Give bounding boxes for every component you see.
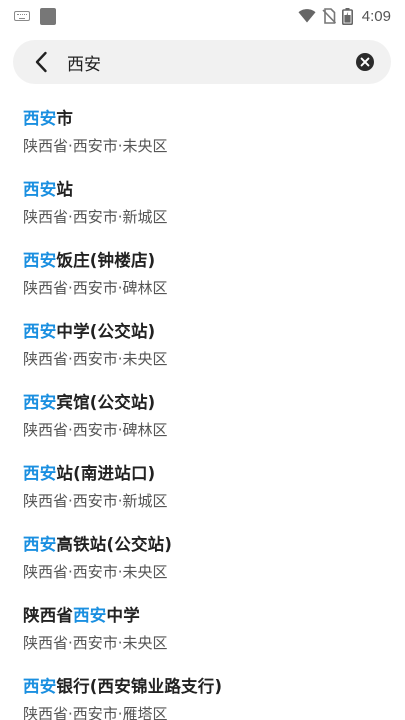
back-arrow-icon <box>35 51 47 73</box>
result-title: 西安宾馆(公交站) <box>23 391 155 415</box>
result-address: 陕西省·西安市·碑林区 <box>23 421 168 439</box>
title-suffix: 饭庄(钟楼店) <box>56 251 156 270</box>
search-input[interactable]: 西安 <box>67 50 345 75</box>
result-item[interactable]: 西安宾馆(公交站) 陕西省·西安市·碑林区 <box>0 386 405 457</box>
result-item[interactable]: 西安市 陕西省·西安市·未央区 <box>0 102 405 173</box>
title-highlight: 西安 <box>23 180 57 199</box>
status-bar: 4:09 <box>0 0 405 32</box>
result-item[interactable]: 西安站 陕西省·西安市·新城区 <box>0 173 405 244</box>
keyboard-icon <box>14 11 30 21</box>
wifi-icon <box>298 9 316 23</box>
result-item[interactable]: 西安站(南进站口) 陕西省·西安市·新城区 <box>0 457 405 528</box>
no-sim-icon <box>322 8 336 24</box>
status-time: 4:09 <box>361 7 391 25</box>
result-title: 西安银行(西安锦业路支行) <box>23 675 222 699</box>
result-address: 陕西省·西安市·新城区 <box>23 208 168 226</box>
result-address: 陕西省·西安市·雁塔区 <box>23 705 168 720</box>
title-highlight: 西安 <box>23 322 57 341</box>
screen: 4:09 西安 西安市 陕西省·西安市·未央区 西安站 陕西省·西安市·新城区 <box>0 0 405 720</box>
title-highlight: 西安 <box>23 251 57 270</box>
clear-icon <box>356 53 374 71</box>
title-suffix: 中学 <box>106 606 140 625</box>
result-title: 西安中学(公交站) <box>23 320 155 344</box>
result-address: 陕西省·西安市·未央区 <box>23 634 168 652</box>
result-title: 西安高铁站(公交站) <box>23 533 172 557</box>
title-suffix: 市 <box>56 109 74 128</box>
status-right: 4:09 <box>298 7 391 25</box>
title-highlight: 西安 <box>23 393 57 412</box>
search-bar: 西安 <box>13 40 391 84</box>
result-item[interactable]: 西安中学(公交站) 陕西省·西安市·未央区 <box>0 315 405 386</box>
title-highlight: 西安 <box>23 109 57 128</box>
title-highlight: 西安 <box>23 535 57 554</box>
result-address: 陕西省·西安市·碑林区 <box>23 279 168 297</box>
result-title: 西安市 <box>23 107 73 131</box>
result-item[interactable]: 西安银行(西安锦业路支行) 陕西省·西安市·雁塔区 <box>0 670 405 720</box>
result-address: 陕西省·西安市·未央区 <box>23 563 168 581</box>
app-icon <box>40 7 56 25</box>
battery-icon <box>341 7 353 25</box>
status-left <box>14 7 56 25</box>
title-suffix: 站 <box>56 180 74 199</box>
title-highlight: 西安 <box>23 464 57 483</box>
clear-button[interactable] <box>345 40 385 84</box>
result-title: 西安站 <box>23 178 73 202</box>
title-suffix: 中学(公交站) <box>56 322 156 341</box>
title-highlight: 西安 <box>23 677 57 696</box>
result-address: 陕西省·西安市·新城区 <box>23 492 168 510</box>
results-list: 西安市 陕西省·西安市·未央区 西安站 陕西省·西安市·新城区 西安饭庄(钟楼店… <box>0 102 405 720</box>
result-item[interactable]: 西安高铁站(公交站) 陕西省·西安市·未央区 <box>0 528 405 599</box>
title-suffix: 银行(西安锦业路支行) <box>56 677 223 696</box>
title-suffix: 宾馆(公交站) <box>56 393 156 412</box>
result-item[interactable]: 西安饭庄(钟楼店) 陕西省·西安市·碑林区 <box>0 244 405 315</box>
result-address: 陕西省·西安市·未央区 <box>23 350 168 368</box>
result-address: 陕西省·西安市·未央区 <box>23 137 168 155</box>
result-title: 陕西省西安中学 <box>23 604 140 628</box>
result-title: 西安饭庄(钟楼店) <box>23 249 155 273</box>
title-highlight: 西安 <box>73 606 107 625</box>
title-suffix: 站(南进站口) <box>56 464 156 483</box>
back-button[interactable] <box>19 40 63 84</box>
result-title: 西安站(南进站口) <box>23 462 155 486</box>
title-suffix: 高铁站(公交站) <box>56 535 173 554</box>
title-prefix: 陕西省 <box>23 606 74 625</box>
result-item[interactable]: 陕西省西安中学 陕西省·西安市·未央区 <box>0 599 405 670</box>
